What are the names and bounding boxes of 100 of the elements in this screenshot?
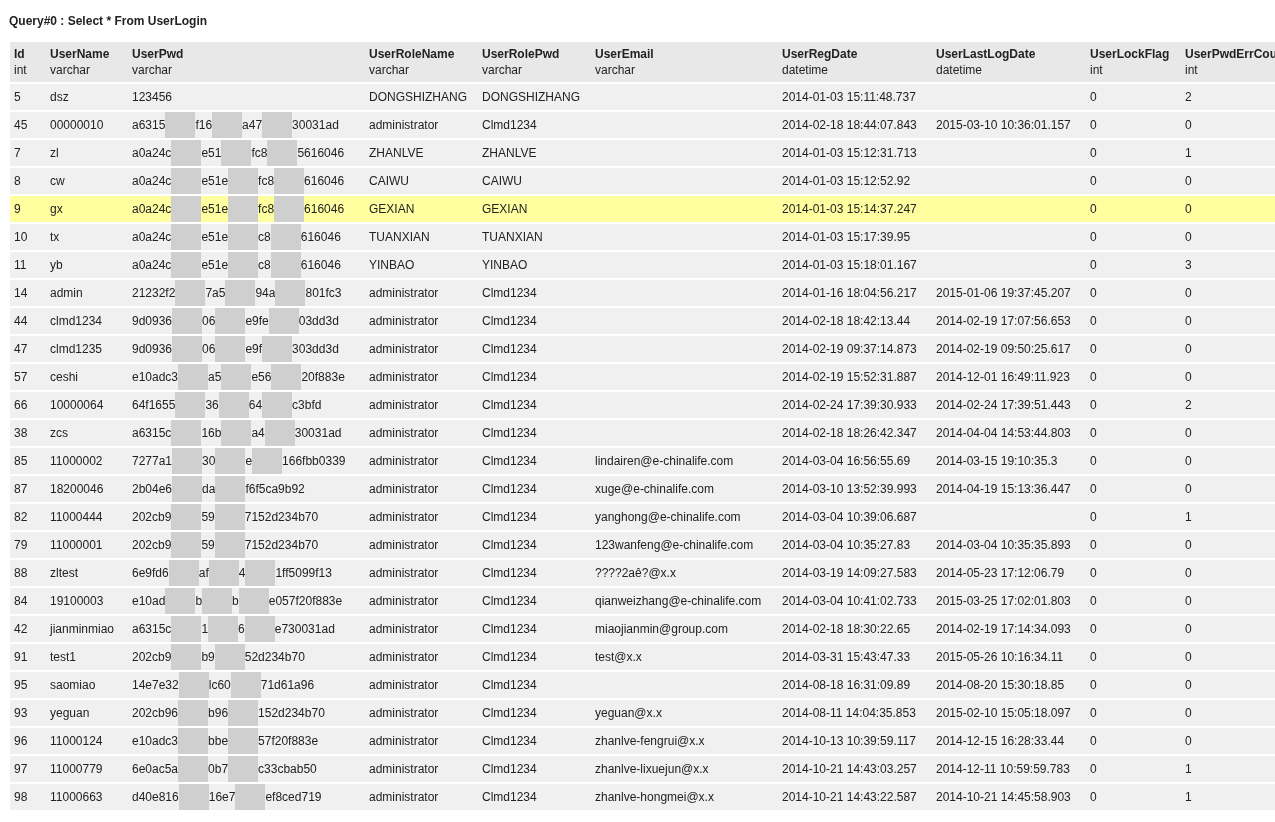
redaction-block <box>215 476 246 502</box>
password-fragment: e10ad <box>132 593 166 610</box>
table-cell: YINBAO <box>482 258 528 272</box>
table-cell: 2014-05-23 17:12:06.79 <box>936 566 1065 580</box>
table-cell: 2014-02-24 17:39:30.933 <box>782 398 917 412</box>
table-cell: 2014-12-11 10:59:59.783 <box>936 762 1070 776</box>
table-cell: 0 <box>1090 622 1097 636</box>
redaction-block <box>168 560 199 586</box>
redaction-block <box>178 700 209 726</box>
table-cell: 0 <box>1090 678 1097 692</box>
table-cell: 91 <box>14 650 28 664</box>
table-cell: 2014-08-20 15:30:18.85 <box>936 678 1065 692</box>
table-cell: 2014-03-19 14:09:27.583 <box>782 566 917 580</box>
table-cell: 0 <box>1090 230 1097 244</box>
column-name: UserLockFlag <box>1090 46 1171 62</box>
table-cell: Clmd1234 <box>482 342 537 356</box>
table-cell: 0 <box>1090 426 1097 440</box>
column-type: datetime <box>782 62 830 78</box>
column-type: varchar <box>369 62 410 78</box>
table-cell: 0 <box>1185 706 1192 720</box>
table-cell: 0 <box>1185 734 1192 748</box>
table-cell: 88 <box>14 566 28 580</box>
password-fragment: e51 <box>201 145 222 162</box>
redaction-block <box>172 448 203 474</box>
table-cell: 2015-03-25 17:02:01.803 <box>936 594 1071 608</box>
table-cell: 2014-03-15 19:10:35.3 <box>936 454 1058 468</box>
table-cell: ????2aê?@x.x <box>595 566 676 580</box>
table-cell: administrator <box>369 482 439 496</box>
table-cell: tx <box>50 230 60 244</box>
table-cell: Clmd1234 <box>482 762 537 776</box>
table-cell: 2014-02-18 18:42:13.44 <box>782 314 911 328</box>
table-cell: 2014-12-01 16:49:11.923 <box>936 370 1070 384</box>
password-fragment: a0a24c <box>132 257 172 274</box>
table-cell: 0 <box>1090 650 1097 664</box>
table-cell: CAIWU <box>482 174 522 188</box>
redaction-block <box>171 252 202 278</box>
table-cell: Clmd1234 <box>482 790 537 804</box>
table-cell: 2015-03-10 10:36:01.157 <box>936 118 1071 132</box>
table-cell: 2014-03-31 15:43:47.33 <box>782 650 911 664</box>
table-cell: administrator <box>369 314 439 328</box>
column-name: UserRoleName <box>369 46 456 62</box>
password-fragment: 616046 <box>304 201 345 218</box>
table-cell: 7 <box>14 146 21 160</box>
password-fragment: 14e7e32 <box>132 677 179 694</box>
redaction-block <box>235 784 266 810</box>
password-fragment: 20f883e <box>301 369 345 386</box>
password-fragment: fc8 <box>258 201 275 218</box>
column-type: varchar <box>482 62 523 78</box>
table-cell: zl <box>50 146 59 160</box>
column-name: UserRegDate <box>782 46 859 62</box>
password-fragment: a6315c <box>132 621 172 638</box>
password-fragment: 202cb9 <box>132 649 172 666</box>
table-cell: 2015-01-06 19:37:45.207 <box>936 286 1071 300</box>
password-fragment: bbe <box>208 733 229 750</box>
password-fragment: 202cb9 <box>132 509 172 526</box>
redaction-block <box>221 140 252 166</box>
table-cell: 11000663 <box>50 790 103 804</box>
table-cell: Clmd1234 <box>482 370 537 384</box>
table-cell: 93 <box>14 706 28 720</box>
table-cell: clmd1234 <box>50 314 103 328</box>
table-cell: 0 <box>1185 426 1192 440</box>
password-fragment: 801fc3 <box>305 285 342 302</box>
table-cell: Clmd1234 <box>482 454 537 468</box>
table-cell: 2014-02-19 15:52:31.887 <box>782 370 917 384</box>
table-cell: 0 <box>1090 202 1097 216</box>
redaction-block <box>228 700 259 726</box>
table-cell: 2014-02-19 17:07:56.653 <box>936 314 1071 328</box>
table-cell: 2014-02-19 17:14:34.093 <box>936 622 1071 636</box>
redaction-block <box>225 280 256 306</box>
column-name: UserPwd <box>132 46 185 62</box>
password-fragment: 303dd3d <box>292 341 339 358</box>
redaction-block <box>208 560 239 586</box>
redaction-block <box>274 168 305 194</box>
table-cell: 0 <box>1185 650 1192 664</box>
table-cell: zcs <box>50 426 68 440</box>
table-cell: 0 <box>1185 678 1192 692</box>
password-fragment: 123456 <box>132 89 173 106</box>
table-cell: 42 <box>14 622 28 636</box>
table-cell: 2014-02-18 18:26:42.347 <box>782 426 917 440</box>
redaction-block <box>171 504 202 530</box>
column-name: Id <box>14 46 26 62</box>
table-cell: administrator <box>369 594 439 608</box>
table-cell: 0 <box>1090 566 1097 580</box>
table-cell: 2014-03-04 16:56:55.69 <box>782 454 911 468</box>
password-fragment: 0b7 <box>208 761 229 778</box>
column-type: varchar <box>50 62 91 78</box>
table-cell: 0 <box>1185 230 1192 244</box>
table-cell: Clmd1234 <box>482 734 537 748</box>
password-fragment: e10adc3 <box>132 369 179 386</box>
table-cell: YINBAO <box>369 258 415 272</box>
table-cell: TUANXIAN <box>369 230 430 244</box>
table-cell: 10 <box>14 230 28 244</box>
password-fragment: fc8 <box>258 173 275 190</box>
table-cell: 87 <box>14 482 28 496</box>
password-fragment: b9 <box>201 649 215 666</box>
table-cell: administrator <box>369 398 439 412</box>
table-cell: administrator <box>369 566 439 580</box>
table-cell: 0 <box>1090 398 1097 412</box>
column-type: varchar <box>132 62 173 78</box>
table-cell: 2014-02-18 18:44:07.843 <box>782 118 917 132</box>
